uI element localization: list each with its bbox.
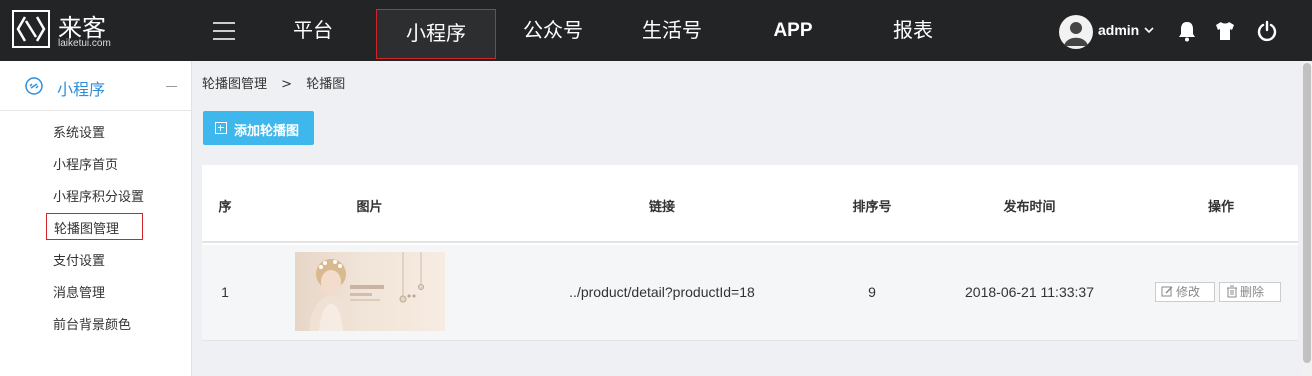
sidebar-item-system-settings[interactable]: 系统设置: [53, 122, 105, 141]
nav-item-reports[interactable]: 报表: [883, 0, 943, 61]
row-link: ../product/detail?productId=18: [569, 284, 755, 300]
carousel-image-thumbnail[interactable]: [295, 252, 445, 331]
column-header-link: 链接: [648, 200, 675, 215]
bell-icon[interactable]: [1177, 20, 1199, 42]
brand-logo[interactable]: 来客 laiketui.com: [12, 10, 162, 52]
sidebar-item-carousel-management[interactable]: 轮播图管理: [46, 213, 143, 240]
edit-icon: [1161, 285, 1174, 303]
trash-icon: [1226, 285, 1238, 303]
table-header: 序 图片 链接 排序号 发布时间 操作: [202, 165, 1298, 243]
table-row: 1 ../product/detail?productId=18 9 2018-…: [202, 245, 1298, 341]
sidebar-item-message-management[interactable]: 消息管理: [53, 282, 105, 301]
logo-mark-icon: [12, 10, 50, 48]
breadcrumb-current: 轮播图: [306, 77, 346, 92]
plus-square-icon: [215, 122, 227, 134]
menu-icon[interactable]: [213, 22, 235, 40]
column-header-image: 图片: [356, 200, 383, 215]
column-header-actions: 操作: [1207, 200, 1234, 215]
edit-button[interactable]: 修改: [1155, 282, 1215, 302]
sidebar: 小程序 系统设置 小程序首页 小程序积分设置 轮播图管理 支付设置 消息管理 前…: [0, 61, 192, 376]
breadcrumb: 轮播图管理 > 轮播图: [202, 73, 355, 92]
row-index: 1: [221, 284, 229, 300]
breadcrumb-parent[interactable]: 轮播图管理: [202, 77, 267, 92]
sidebar-item-background-color[interactable]: 前台背景颜色: [53, 314, 131, 333]
shirt-icon[interactable]: [1214, 20, 1236, 42]
collapse-icon[interactable]: [166, 86, 177, 87]
nav-item-life-account[interactable]: 生活号: [634, 0, 710, 61]
delete-label: 删除: [1240, 285, 1265, 299]
edit-label: 修改: [1176, 285, 1201, 299]
nav-item-official-account[interactable]: 公众号: [515, 0, 591, 61]
nav-item-platform[interactable]: 平台: [282, 0, 344, 61]
nav-item-app[interactable]: APP: [764, 0, 822, 61]
chevron-down-icon: [1143, 22, 1155, 38]
top-navbar: 来客 laiketui.com 平台 小程序 公众号 生活号 APP 报表 ad…: [0, 0, 1312, 61]
row-sort: 9: [868, 284, 876, 300]
column-header-sort: 排序号: [852, 200, 892, 215]
sidebar-item-points-settings[interactable]: 小程序积分设置: [53, 186, 144, 205]
scrollbar-thumb[interactable]: [1303, 63, 1311, 363]
power-icon[interactable]: [1256, 20, 1278, 42]
sidebar-item-miniprogram-home[interactable]: 小程序首页: [53, 154, 118, 173]
link-icon: [25, 77, 43, 99]
breadcrumb-separator: >: [281, 77, 293, 92]
vertical-scrollbar[interactable]: [1302, 61, 1312, 376]
delete-button[interactable]: 删除: [1219, 282, 1281, 302]
user-name: admin: [1098, 22, 1140, 38]
column-header-published: 发布时间: [1003, 200, 1056, 215]
user-avatar-icon[interactable]: [1059, 15, 1093, 49]
sidebar-section-title: 小程序: [57, 80, 106, 99]
row-published: 2018-06-21 11:33:37: [965, 284, 1094, 300]
nav-item-miniprogram[interactable]: 小程序: [376, 9, 496, 59]
carousel-table: 序 图片 链接 排序号 发布时间 操作 1 ../product/detail?…: [202, 165, 1298, 341]
user-menu[interactable]: admin: [1098, 22, 1155, 38]
brand-url: laiketui.com: [58, 38, 111, 49]
sidebar-section-miniprogram[interactable]: 小程序: [0, 61, 192, 111]
sidebar-item-payment-settings[interactable]: 支付设置: [53, 250, 105, 269]
column-header-index: 序: [218, 200, 232, 215]
add-carousel-label: 添加轮播图: [234, 124, 300, 139]
add-carousel-button[interactable]: 添加轮播图: [203, 111, 314, 145]
